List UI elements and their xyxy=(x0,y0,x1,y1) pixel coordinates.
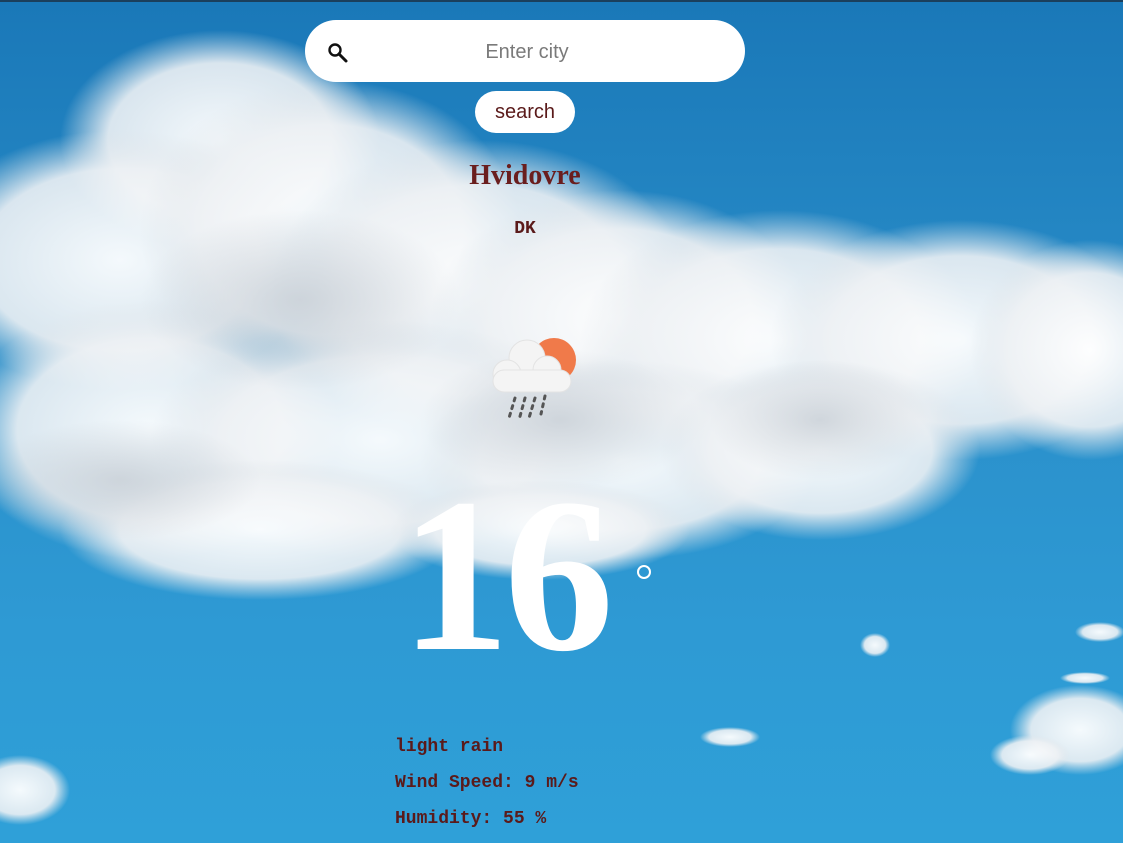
weather-description: light rain xyxy=(395,737,504,757)
humidity: Humidity: 55 % xyxy=(395,809,547,829)
country-code: DK xyxy=(514,219,536,239)
search-bar[interactable] xyxy=(305,20,745,82)
search-icon xyxy=(328,43,348,63)
weather-details: light rain Wind Speed: 9 m/s Humidity: 5… xyxy=(395,735,579,843)
cloud-sun-rain-icon xyxy=(492,338,576,422)
city-name: Hvidovre xyxy=(469,160,581,191)
city-search-input[interactable] xyxy=(365,30,689,74)
degree-symbol xyxy=(637,565,651,579)
wind-speed: Wind Speed: 9 m/s xyxy=(395,773,579,793)
temperature-value: 16 xyxy=(400,453,614,697)
search-button[interactable]: search xyxy=(475,91,575,133)
